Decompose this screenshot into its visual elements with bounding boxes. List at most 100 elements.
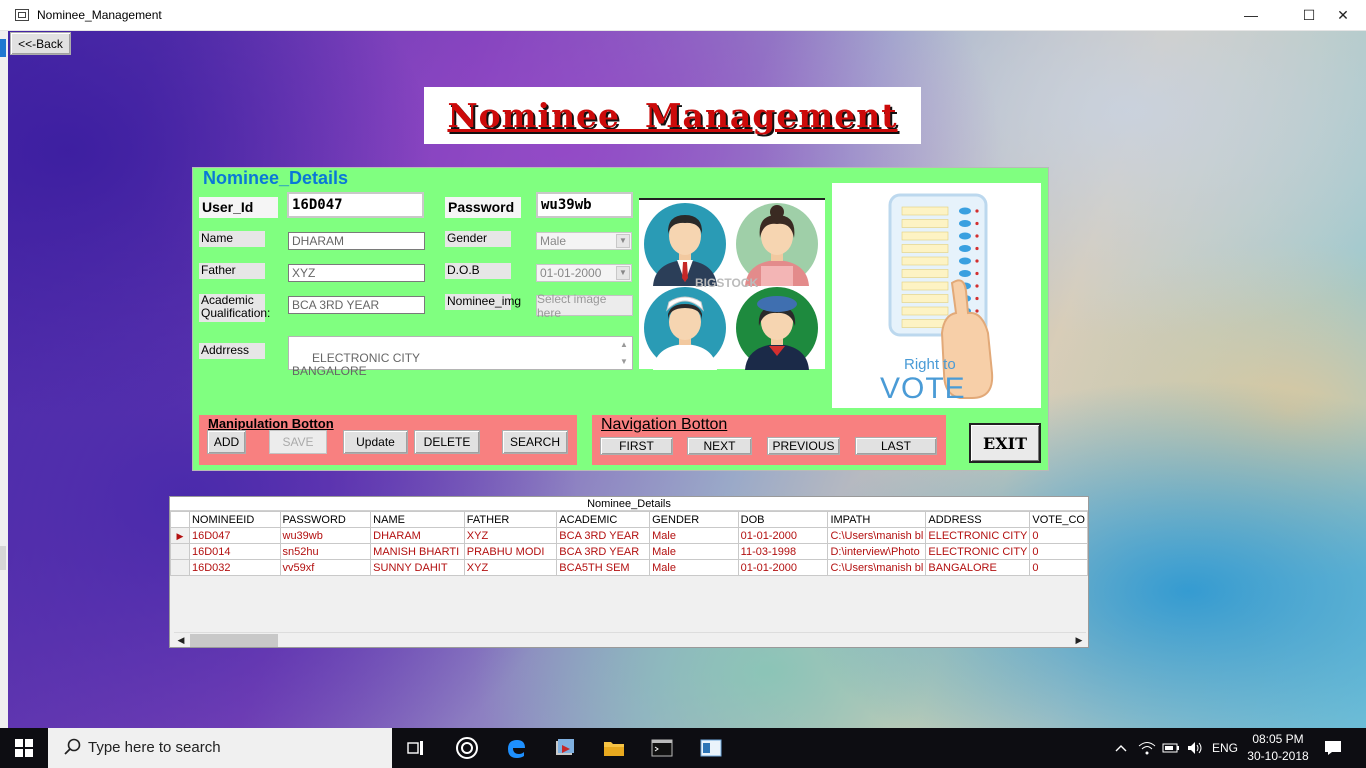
table-cell[interactable]: 01-01-2000 xyxy=(737,527,829,544)
table-cell[interactable]: vv59xf xyxy=(279,559,372,576)
chevron-down-icon[interactable]: ▼ xyxy=(616,234,630,248)
table-cell[interactable]: BANGALORE xyxy=(925,559,1031,576)
academic-label: Academic Qualification: xyxy=(199,293,271,322)
navigation-title: Navigation Botton xyxy=(601,416,728,433)
table-cell[interactable]: BCA 3RD YEAR xyxy=(556,543,651,560)
show-hidden-icons-icon[interactable] xyxy=(1114,728,1128,768)
edge-browser-icon[interactable] xyxy=(492,728,540,768)
table-cell[interactable]: MANISH BHARTI xyxy=(370,543,465,560)
user-id-field[interactable]: 16D047 xyxy=(287,192,424,218)
address-field[interactable]: ELECTRONIC CITY BANGALORE ▲ ▼ xyxy=(288,336,633,378)
table-cell[interactable]: BCA5TH SEM xyxy=(556,559,651,576)
table-cell[interactable]: ELECTRONIC CITY xyxy=(925,543,1031,560)
save-button[interactable]: SAVE xyxy=(269,430,327,454)
table-cell[interactable]: 0 xyxy=(1029,559,1088,576)
exit-button[interactable]: EXIT xyxy=(969,423,1041,463)
column-header[interactable]: IMPATH xyxy=(827,511,927,528)
language-indicator[interactable]: ENG xyxy=(1212,728,1238,768)
column-header[interactable]: GENDER xyxy=(649,511,739,528)
table-cell[interactable]: SUNNY DAHIT xyxy=(370,559,465,576)
column-header[interactable]: PASSWORD xyxy=(279,511,372,528)
task-view-icon[interactable] xyxy=(392,728,440,768)
scroll-up-icon[interactable]: ▲ xyxy=(620,338,628,351)
column-header[interactable]: NAME xyxy=(370,511,465,528)
dob-picker[interactable]: 01-01-2000 ▼ xyxy=(536,264,632,282)
minimize-button[interactable]: — xyxy=(1228,0,1274,30)
table-cell[interactable]: C:\Users\manish bl xyxy=(827,527,927,544)
table-cell[interactable]: DHARAM xyxy=(370,527,465,544)
table-cell[interactable]: Male xyxy=(649,559,739,576)
app-window-taskbar-icon[interactable] xyxy=(687,728,735,768)
previous-button[interactable]: PREVIOUS xyxy=(767,437,840,455)
chevron-down-icon[interactable]: ▼ xyxy=(616,266,630,280)
start-button[interactable] xyxy=(0,728,48,768)
action-center-icon[interactable] xyxy=(1324,728,1342,768)
table-cell[interactable]: Male xyxy=(649,527,739,544)
row-header[interactable] xyxy=(170,559,190,576)
back-button[interactable]: <<-Back xyxy=(10,32,71,55)
row-header[interactable] xyxy=(170,543,190,560)
column-header[interactable]: ADDRESS xyxy=(925,511,1031,528)
table-cell[interactable]: 0 xyxy=(1029,543,1088,560)
clock-date: 30-10-2018 xyxy=(1247,749,1309,763)
last-button[interactable]: LAST xyxy=(855,437,937,455)
table-cell[interactable]: XYZ xyxy=(463,559,558,576)
table-cell[interactable]: XYZ xyxy=(463,527,558,544)
table-cell[interactable]: sn52hu xyxy=(279,543,372,560)
table-cell[interactable]: 16D032 xyxy=(188,559,281,576)
table-row[interactable]: 16D014 sn52hu MANISH BHARTI PRABHU MODI … xyxy=(170,543,1088,560)
table-cell[interactable]: 0 xyxy=(1029,527,1088,544)
battery-icon[interactable] xyxy=(1162,728,1180,768)
delete-button[interactable]: DELETE xyxy=(414,430,480,454)
system-clock[interactable]: 08:05 PM 30-10-2018 xyxy=(1244,731,1312,765)
volume-icon[interactable] xyxy=(1186,728,1204,768)
scrollbar-thumb[interactable] xyxy=(190,634,278,647)
table-cell[interactable]: D:\interview\Photo xyxy=(827,543,927,560)
nominee-data-grid[interactable]: Nominee_Details NOMINEEID PASSWORD NAME … xyxy=(169,496,1089,648)
taskbar-search-box[interactable]: Type here to search xyxy=(48,728,392,768)
column-header[interactable]: DOB xyxy=(737,511,829,528)
search-icon xyxy=(64,738,82,760)
scroll-right-icon[interactable]: ▶ xyxy=(1072,633,1086,648)
table-cell[interactable]: BCA 3RD YEAR xyxy=(556,527,651,544)
visual-studio-app-icon[interactable] xyxy=(541,728,589,768)
command-prompt-icon[interactable] xyxy=(638,728,686,768)
table-row[interactable]: 16D032 vv59xf SUNNY DAHIT XYZ BCA5TH SEM… xyxy=(170,559,1088,576)
right-to-vote-poster: Right to VOTE xyxy=(832,183,1041,408)
academic-field[interactable]: BCA 3RD YEAR xyxy=(288,296,425,314)
column-header[interactable]: VOTE_CO xyxy=(1029,511,1088,528)
first-button[interactable]: FIRST xyxy=(600,437,673,455)
name-field[interactable]: DHARAM xyxy=(288,232,425,250)
father-field[interactable]: XYZ xyxy=(288,264,425,282)
search-button[interactable]: SEARCH xyxy=(502,430,568,454)
table-cell[interactable]: C:\Users\manish bl xyxy=(827,559,927,576)
grid-horizontal-scrollbar[interactable]: ◀ ▶ xyxy=(174,632,1086,647)
table-cell[interactable]: 16D014 xyxy=(188,543,281,560)
scroll-left-icon[interactable]: ◀ xyxy=(174,633,188,648)
network-icon[interactable] xyxy=(1138,728,1156,768)
current-row-indicator-icon[interactable]: ▶ xyxy=(170,527,190,544)
scroll-down-icon[interactable]: ▼ xyxy=(620,355,628,368)
gender-select[interactable]: Male ▼ xyxy=(536,232,632,250)
cortana-icon[interactable] xyxy=(443,728,491,768)
close-button[interactable]: ✕ xyxy=(1320,0,1366,30)
table-cell[interactable]: wu39wb xyxy=(279,527,372,544)
table-cell[interactable]: PRABHU MODI xyxy=(463,543,558,560)
column-header[interactable]: ACADEMIC xyxy=(556,511,651,528)
address-scrollbar[interactable]: ▲ ▼ xyxy=(617,338,631,368)
column-header[interactable]: NOMINEEID xyxy=(188,511,281,528)
next-button[interactable]: NEXT xyxy=(687,437,752,455)
add-button[interactable]: ADD xyxy=(207,430,246,454)
update-button[interactable]: Update xyxy=(343,430,408,454)
column-header[interactable]: FATHER xyxy=(463,511,558,528)
table-cell[interactable]: 11-03-1998 xyxy=(737,543,829,560)
password-field[interactable]: wu39wb xyxy=(536,192,633,218)
grid-table: NOMINEEID PASSWORD NAME FATHER ACADEMIC … xyxy=(170,511,1088,576)
table-row[interactable]: ▶ 16D047 wu39wb DHARAM XYZ BCA 3RD YEAR … xyxy=(170,527,1088,544)
table-cell[interactable]: 01-01-2000 xyxy=(737,559,829,576)
table-cell[interactable]: Male xyxy=(649,543,739,560)
table-cell[interactable]: ELECTRONIC CITY xyxy=(925,527,1031,544)
file-explorer-icon[interactable] xyxy=(590,728,638,768)
select-image-button[interactable]: Select image here xyxy=(536,292,633,320)
table-cell[interactable]: 16D047 xyxy=(188,527,281,544)
